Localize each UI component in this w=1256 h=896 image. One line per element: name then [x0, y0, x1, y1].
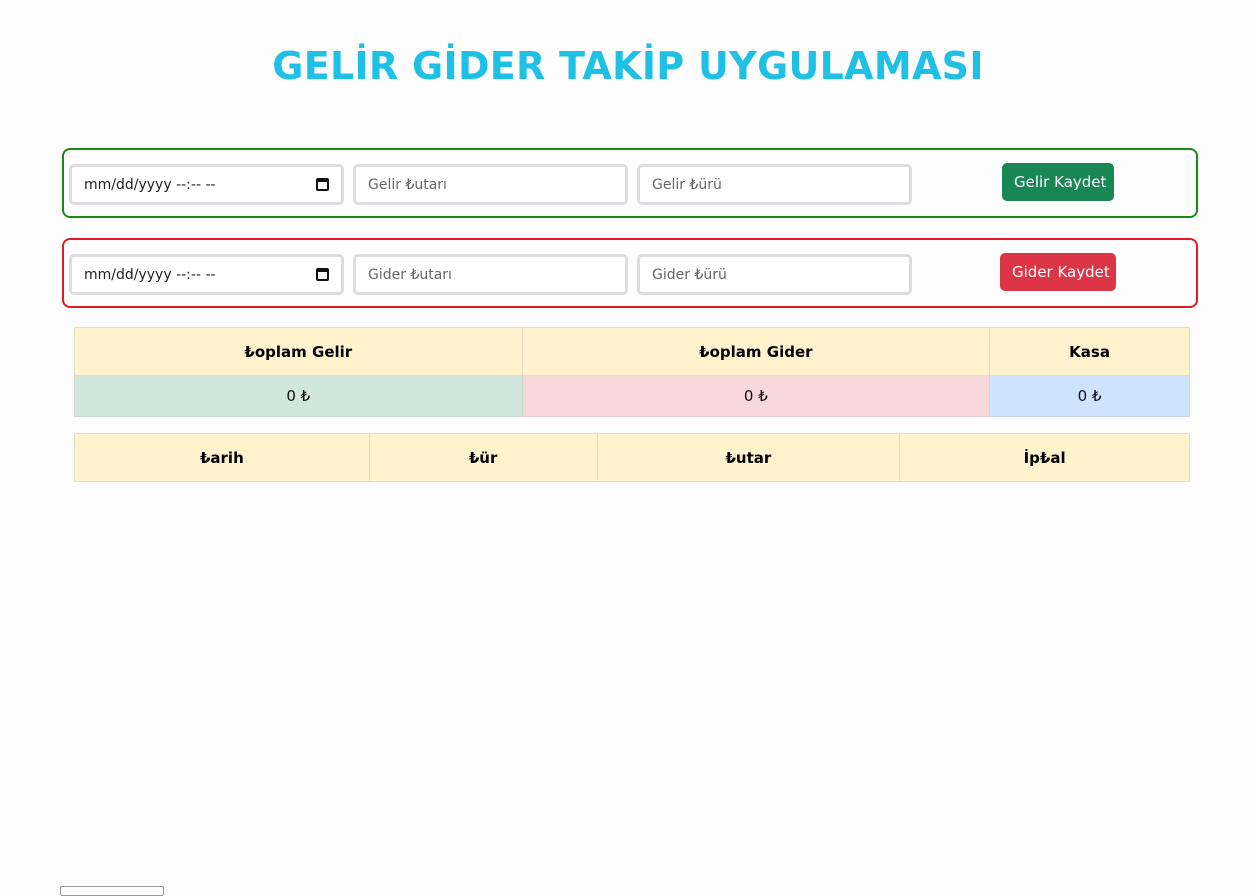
summary-table: ₺oplam Gelir ₺oplam Gider Kasa 0 ₺ 0 ₺ 0… [74, 327, 1190, 417]
save-income-button[interactable]: Gelir Kaydet [1002, 163, 1114, 201]
summary-value-row: 0 ₺ 0 ₺ 0 ₺ [74, 375, 1190, 417]
total-income-value: 0 ₺ [74, 375, 523, 417]
expense-amount-input[interactable] [368, 266, 613, 283]
save-expense-button[interactable]: Gider Kaydet [1000, 253, 1116, 291]
expense-date-value[interactable]: mm/dd/yyyy --:-- -- [84, 267, 216, 283]
income-form: mm/dd/yyyy --:-- -- Gelir Kaydet [62, 148, 1198, 218]
expense-form: mm/dd/yyyy --:-- -- Gider Kaydet [62, 238, 1198, 308]
expense-type-input[interactable] [652, 266, 897, 283]
date-column-header: ₺arih [74, 433, 370, 482]
expense-date-field[interactable]: mm/dd/yyyy --:-- -- [69, 254, 344, 295]
cash-header: Kasa [989, 327, 1190, 376]
summary-header-row: ₺oplam Gelir ₺oplam Gider Kasa [74, 327, 1190, 376]
calendar-icon[interactable] [316, 268, 329, 281]
income-date-value[interactable]: mm/dd/yyyy --:-- -- [84, 177, 216, 193]
page-title: GELİR GİDER TAKİP UYGULAMASI [272, 44, 984, 88]
cancel-column-header: İp₺al [899, 433, 1190, 482]
amount-column-header: ₺utar [596, 433, 901, 482]
total-expense-value: 0 ₺ [521, 375, 991, 417]
type-column-header: ₺ür [368, 433, 598, 482]
calendar-icon[interactable] [316, 178, 329, 191]
expense-type-field[interactable] [637, 254, 912, 295]
income-type-input[interactable] [652, 176, 897, 193]
total-expense-header: ₺oplam Gider [521, 327, 991, 376]
income-amount-field[interactable] [353, 164, 628, 205]
total-income-header: ₺oplam Gelir [74, 327, 523, 376]
records-table: ₺arih ₺ür ₺utar İp₺al [74, 433, 1190, 482]
bottom-control[interactable] [60, 886, 164, 896]
income-date-field[interactable]: mm/dd/yyyy --:-- -- [69, 164, 344, 205]
cash-value: 0 ₺ [989, 375, 1190, 417]
expense-amount-field[interactable] [353, 254, 628, 295]
income-type-field[interactable] [637, 164, 912, 205]
income-amount-input[interactable] [368, 176, 613, 193]
records-header-row: ₺arih ₺ür ₺utar İp₺al [74, 433, 1190, 482]
